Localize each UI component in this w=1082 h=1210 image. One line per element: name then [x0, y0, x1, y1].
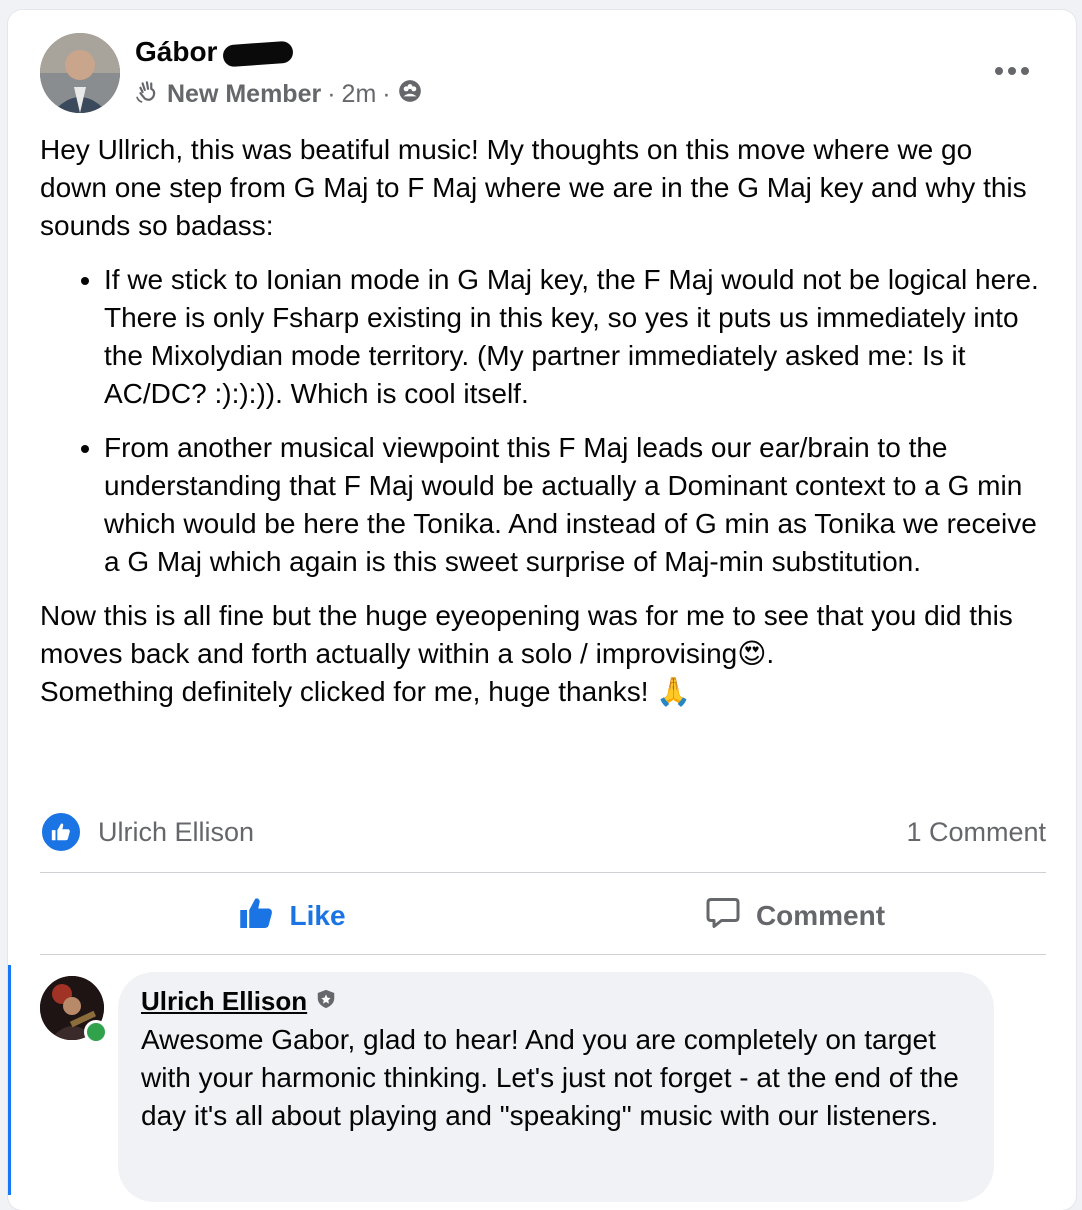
- comment-author-name[interactable]: Ulrich Ellison: [141, 986, 307, 1017]
- thumbs-up-icon: [237, 895, 275, 938]
- comment-author[interactable]: Ulrich Ellison: [141, 986, 337, 1017]
- online-status-indicator: [84, 1020, 108, 1044]
- post-body: Hey Ullrich, this was beatiful music! My…: [40, 131, 1040, 711]
- comment-text: Awesome Gabor, glad to hear! And you are…: [141, 1024, 959, 1131]
- post-bullet-list: If we stick to Ionian mode in G Maj key,…: [40, 261, 1040, 581]
- post-intro: Hey Ullrich, this was beatiful music! My…: [40, 134, 1027, 241]
- author-avatar[interactable]: [40, 33, 120, 113]
- praying-hands-emoji-icon: 🙏: [656, 676, 692, 707]
- heart-eyes-emoji-icon: 😍: [737, 638, 767, 669]
- meta-separator-2: ·: [382, 80, 391, 108]
- author-name[interactable]: Gábor: [135, 36, 295, 68]
- divider: [40, 872, 1046, 873]
- author-name-text[interactable]: Gábor: [135, 36, 217, 67]
- list-item: If we stick to Ionian mode in G Maj key,…: [104, 261, 1040, 413]
- like-reaction-icon: [40, 811, 82, 853]
- post-closing: Now this is all fine but the huge eyeope…: [40, 597, 1040, 711]
- comment-button[interactable]: Comment: [543, 895, 1046, 938]
- divider: [40, 954, 1046, 955]
- group-audience-icon[interactable]: [397, 78, 423, 111]
- comment-highlight-bar: [8, 965, 11, 1195]
- reactor-name[interactable]: Ulrich Ellison: [98, 817, 254, 848]
- more-options-icon[interactable]: [994, 50, 1030, 84]
- speech-bubble-icon: [704, 895, 742, 938]
- like-label[interactable]: Like: [289, 900, 345, 932]
- action-bar: Like Comment: [40, 885, 1046, 947]
- meta-separator: ·: [327, 80, 336, 108]
- list-item: From another musical viewpoint this F Ma…: [104, 429, 1040, 581]
- reactor-summary[interactable]: Ulrich Ellison: [40, 811, 254, 853]
- comment-label[interactable]: Comment: [756, 900, 885, 932]
- reactions-bar: Ulrich Ellison 1 Comment: [40, 810, 1046, 854]
- closing-text: Now this is all fine but the huge eyeope…: [40, 600, 1013, 669]
- post-meta: New Member · 2m ·: [135, 78, 423, 111]
- comment-count[interactable]: 1 Comment: [906, 817, 1046, 848]
- waving-hand-icon: [135, 78, 161, 111]
- closing-text-2: Something definitely clicked for me, hug…: [40, 676, 657, 707]
- post-time[interactable]: 2m: [342, 80, 377, 109]
- shield-badge-icon[interactable]: [315, 986, 337, 1017]
- like-button[interactable]: Like: [40, 895, 543, 938]
- member-badge-label[interactable]: New Member: [167, 80, 321, 109]
- redacted-surname: [222, 40, 295, 68]
- closing-period: .: [766, 638, 775, 669]
